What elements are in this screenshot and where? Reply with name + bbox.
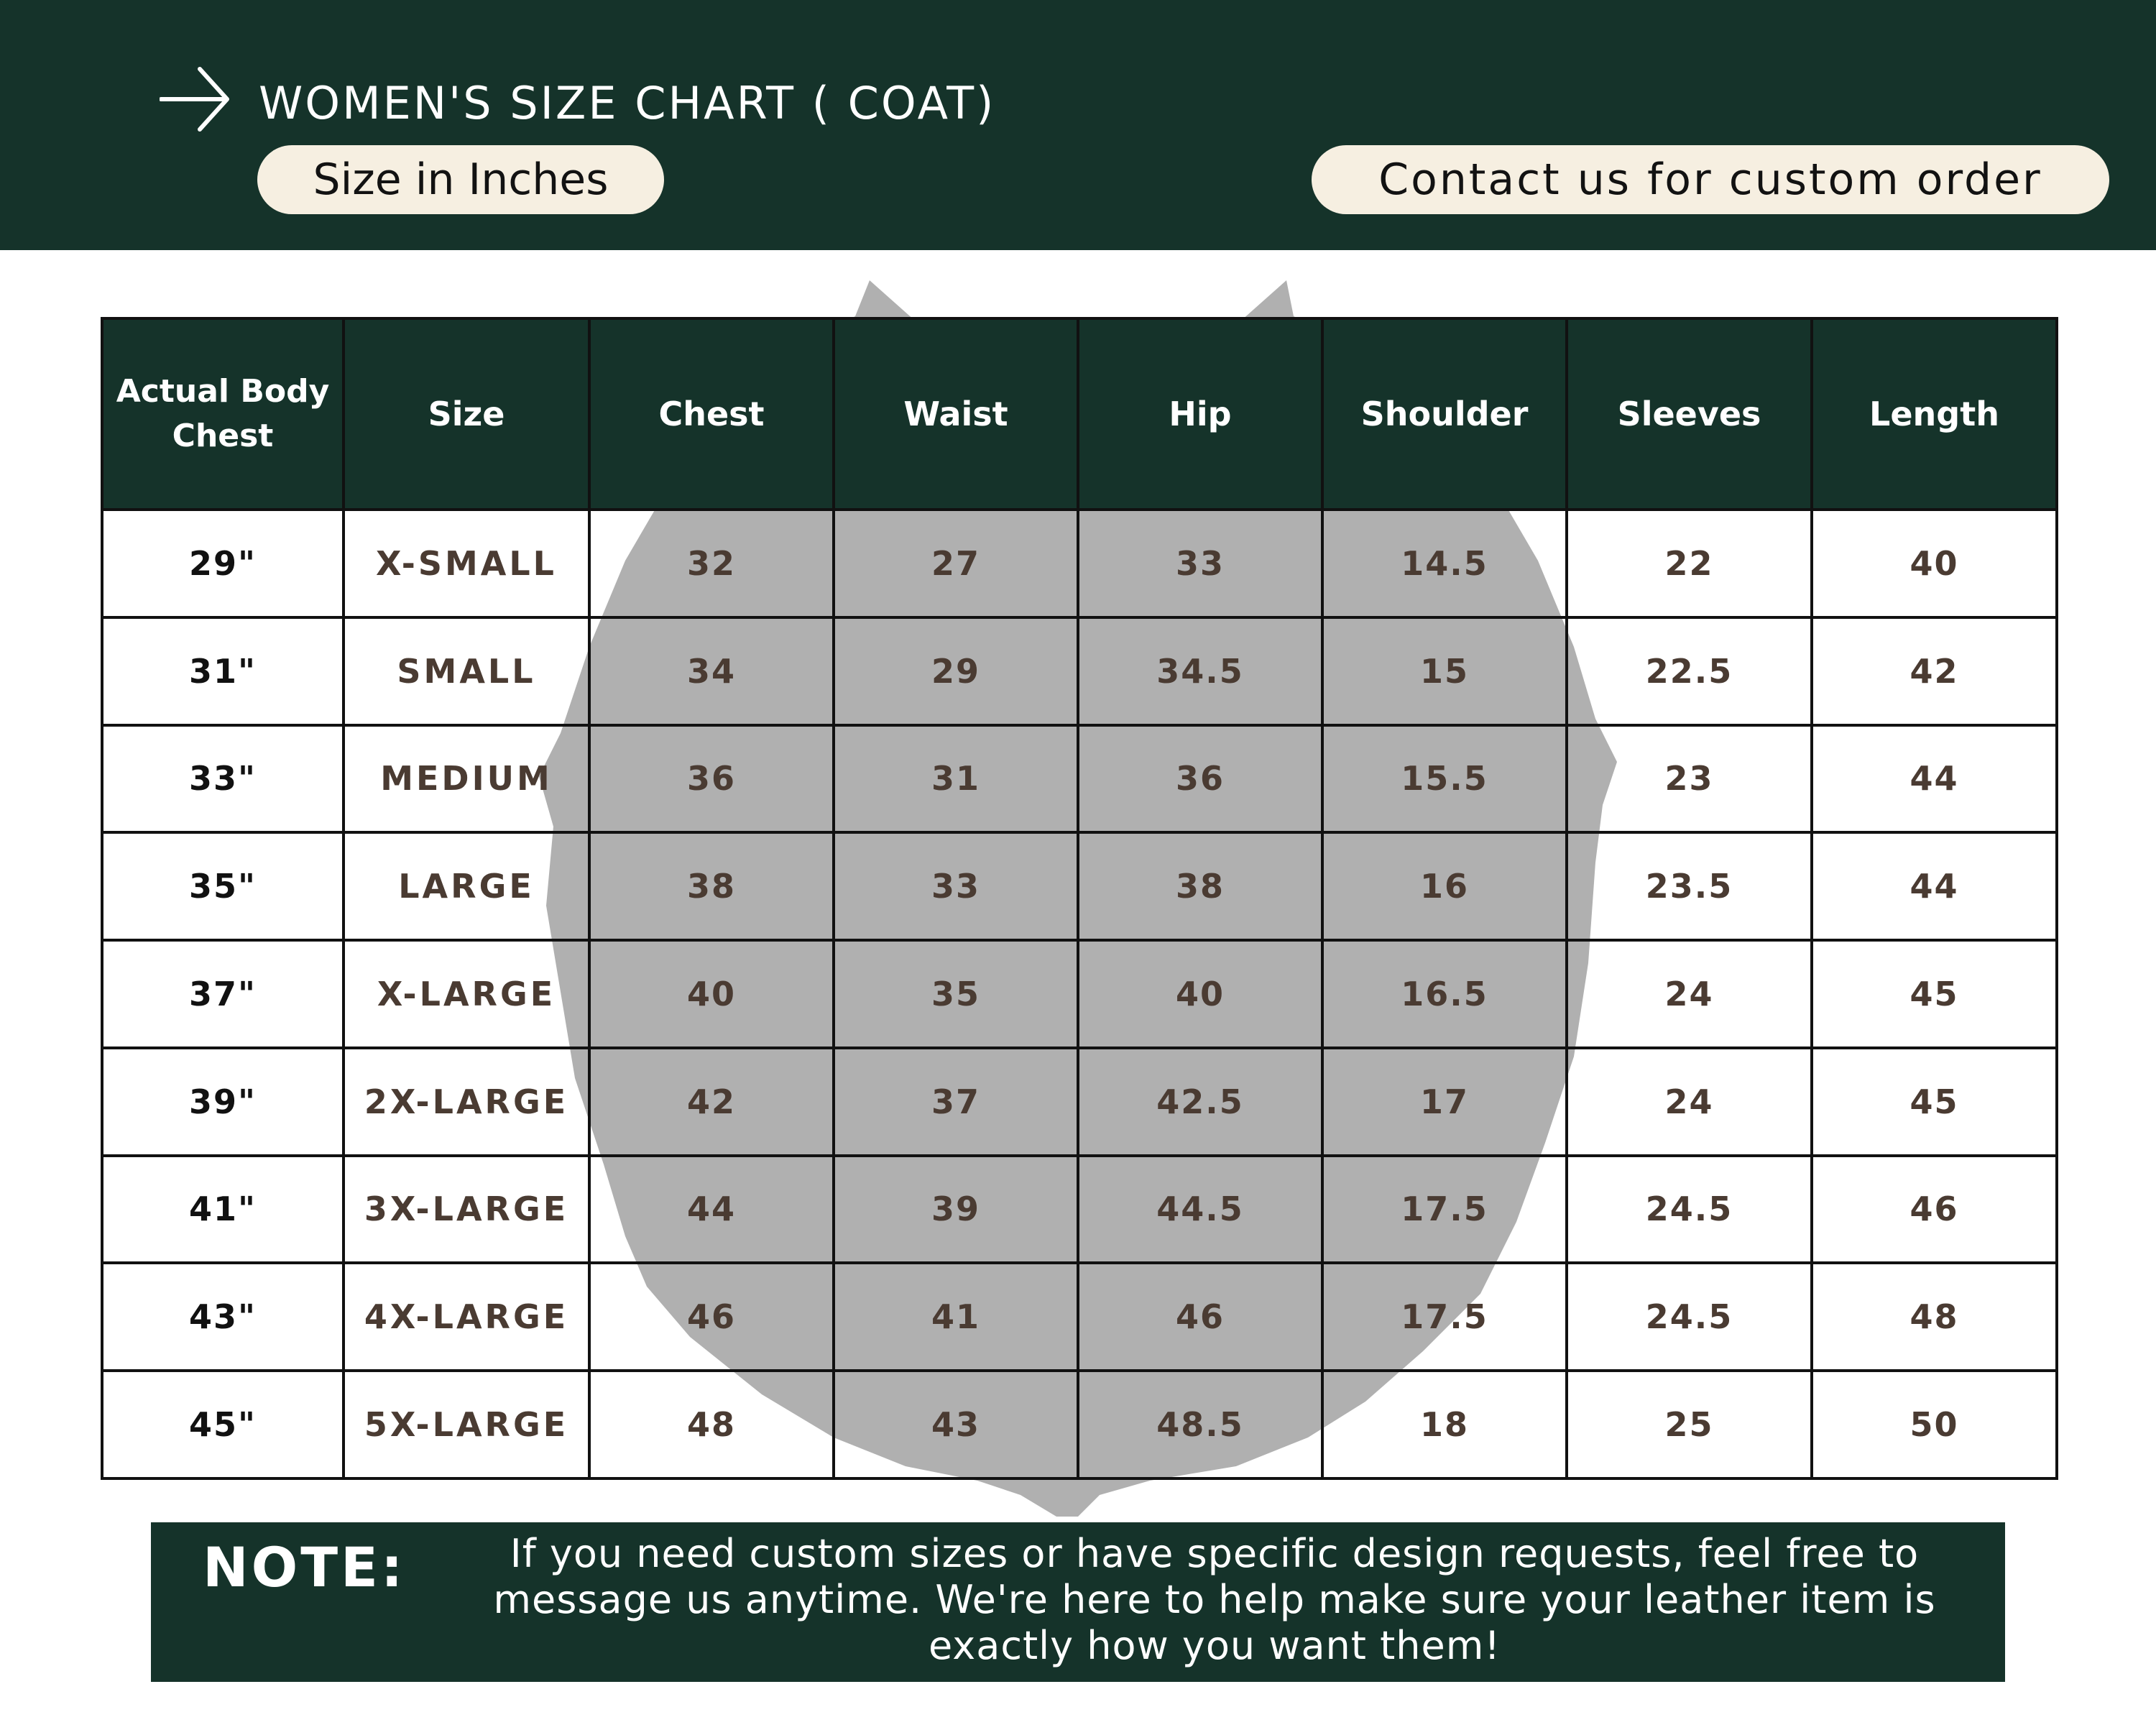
header-length: Length [1810,317,2058,511]
table-row: 37" X-LARGE 40 35 40 16.5 24 45 [101,939,2058,1049]
cell-size: MEDIUM [342,723,591,834]
cell-shoulder: 17.5 [1321,1154,1568,1265]
cell-size: X-LARGE [342,939,591,1049]
cell-chest: 32 [588,508,835,619]
cell-chest: 48 [588,1369,835,1480]
cell-waist: 35 [832,939,1079,1049]
cell-waist: 43 [832,1369,1079,1480]
cell-chest: 42 [588,1046,835,1157]
cell-size: 3X-LARGE [342,1154,591,1265]
note-text: If you need custom sizes or have specifi… [493,1531,1936,1668]
note-label: NOTE: [203,1535,406,1599]
cell-actual-body-chest: 45" [101,1369,345,1480]
cell-length: 50 [1810,1369,2058,1480]
cell-shoulder: 17 [1321,1046,1568,1157]
cell-actual-body-chest: 43" [101,1261,345,1373]
cell-actual-body-chest: 37" [101,939,345,1049]
table-row: 31" SMALL 34 29 34.5 15 22.5 42 [101,615,2058,727]
cell-shoulder: 14.5 [1321,508,1568,619]
cell-actual-body-chest: 35" [101,831,345,942]
cell-sleeves: 24.5 [1565,1261,1813,1373]
cell-sleeves: 22 [1565,508,1813,619]
cell-sleeves: 23.5 [1565,831,1813,942]
header-size: Size [342,317,591,511]
table-row: 45" 5X-LARGE 48 43 48.5 18 25 50 [101,1369,2058,1480]
cell-waist: 37 [832,1046,1079,1157]
cell-length: 42 [1810,615,2058,727]
cell-length: 46 [1810,1154,2058,1265]
cell-size: LARGE [342,831,591,942]
cell-actual-body-chest: 41" [101,1154,345,1265]
cell-size: SMALL [342,615,591,727]
note-box: NOTE: If you need custom sizes or have s… [151,1522,2005,1682]
cell-size: X-SMALL [342,508,591,619]
header-shoulder: Shoulder [1321,317,1568,511]
header-sleeves: Sleeves [1565,317,1813,511]
cell-shoulder: 16 [1321,831,1568,942]
cell-shoulder: 15.5 [1321,723,1568,834]
cell-chest: 40 [588,939,835,1049]
cell-chest: 44 [588,1154,835,1265]
header-actual-body-chest: Actual Body Chest [101,317,345,511]
cell-hip: 48.5 [1077,1369,1324,1480]
cell-length: 40 [1810,508,2058,619]
cell-chest: 38 [588,831,835,942]
header-chest: Chest [588,317,835,511]
table-row: 43" 4X-LARGE 46 41 46 17.5 24.5 48 [101,1261,2058,1373]
cell-waist: 33 [832,831,1079,942]
header-waist: Waist [832,317,1079,511]
cell-waist: 27 [832,508,1079,619]
cell-hip: 38 [1077,831,1324,942]
cell-chest: 36 [588,723,835,834]
cell-hip: 34.5 [1077,615,1324,727]
cell-hip: 40 [1077,939,1324,1049]
table-row: 33" MEDIUM 36 31 36 15.5 23 44 [101,723,2058,834]
cell-length: 48 [1810,1261,2058,1373]
cell-waist: 29 [832,615,1079,727]
cell-shoulder: 16.5 [1321,939,1568,1049]
table-row: 29" X-SMALL 32 27 33 14.5 22 40 [101,508,2058,619]
cell-hip: 36 [1077,723,1324,834]
table-header-row: Actual Body Chest Size Chest Waist Hip S… [101,317,2058,511]
cell-sleeves: 24 [1565,939,1813,1049]
cell-chest: 46 [588,1261,835,1373]
table-row: 35" LARGE 38 33 38 16 23.5 44 [101,831,2058,942]
cell-sleeves: 25 [1565,1369,1813,1480]
cell-shoulder: 18 [1321,1369,1568,1480]
cell-length: 44 [1810,723,2058,834]
cell-hip: 42.5 [1077,1046,1324,1157]
table-row: 41" 3X-LARGE 44 39 44.5 17.5 24.5 46 [101,1154,2058,1265]
cell-size: 2X-LARGE [342,1046,591,1157]
cell-sleeves: 23 [1565,723,1813,834]
cell-actual-body-chest: 29" [101,508,345,619]
cell-shoulder: 17.5 [1321,1261,1568,1373]
table-row: 39" 2X-LARGE 42 37 42.5 17 24 45 [101,1046,2058,1157]
cell-length: 44 [1810,831,2058,942]
cell-shoulder: 15 [1321,615,1568,727]
cell-size: 4X-LARGE [342,1261,591,1373]
cell-waist: 31 [832,723,1079,834]
cell-actual-body-chest: 33" [101,723,345,834]
cell-chest: 34 [588,615,835,727]
header-hip: Hip [1077,317,1324,511]
cell-waist: 41 [832,1261,1079,1373]
cell-hip: 33 [1077,508,1324,619]
size-chart-table: Actual Body Chest Size Chest Waist Hip S… [101,317,2058,1480]
cell-sleeves: 24.5 [1565,1154,1813,1265]
cell-sleeves: 24 [1565,1046,1813,1157]
cell-waist: 39 [832,1154,1079,1265]
cell-actual-body-chest: 31" [101,615,345,727]
cell-sleeves: 22.5 [1565,615,1813,727]
cell-hip: 46 [1077,1261,1324,1373]
cell-hip: 44.5 [1077,1154,1324,1265]
cell-size: 5X-LARGE [342,1369,591,1480]
cell-actual-body-chest: 39" [101,1046,345,1157]
cell-length: 45 [1810,939,2058,1049]
cell-length: 45 [1810,1046,2058,1157]
